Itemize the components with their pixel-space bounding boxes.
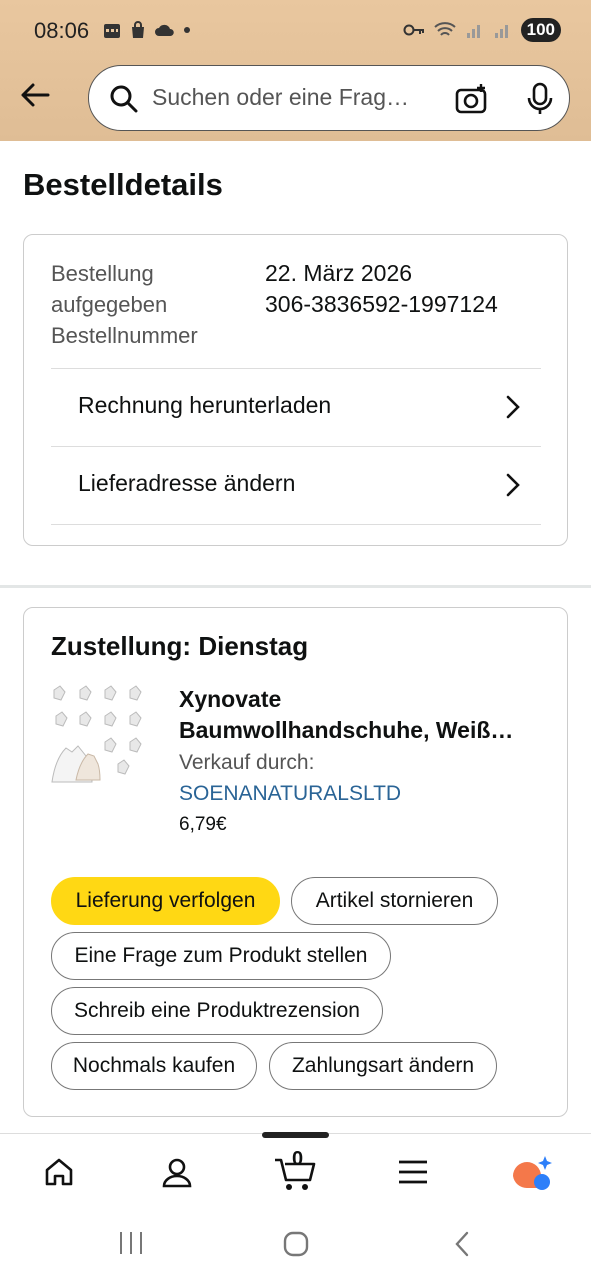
recent-apps-icon[interactable]	[118, 1230, 144, 1256]
home-button-icon[interactable]	[282, 1230, 310, 1258]
back-arrow-icon[interactable]	[18, 78, 52, 112]
order-date: 22. März 2026	[265, 260, 413, 286]
signal-icon-2	[494, 25, 508, 38]
cancel-item-button[interactable]: Artikel stornieren	[291, 877, 498, 925]
order-values: 22. März 2026 306-3836592-1997124	[265, 258, 498, 320]
status-bar: 08:06 100	[0, 0, 591, 60]
change-address-row[interactable]: Lieferadresse ändern	[51, 446, 541, 525]
product-name-line1: Xynovate	[179, 686, 282, 712]
download-invoice-label: Rechnung herunterladen	[78, 392, 332, 418]
buy-again-button[interactable]: Nochmals kaufen	[51, 1042, 257, 1090]
bottom-navigation: 0	[0, 1132, 591, 1209]
system-back-icon[interactable]	[452, 1230, 472, 1258]
nav-account[interactable]	[137, 1134, 217, 1209]
dot-icon	[184, 27, 190, 33]
delivery-title: Zustellung: Dienstag	[51, 631, 309, 661]
battery-level: 100	[520, 18, 561, 42]
track-delivery-button[interactable]: Lieferung verfolgen	[51, 877, 280, 925]
product-name-line2: Baumwollhandschuhe, Weiß…	[179, 717, 514, 743]
shopping-bag-icon	[132, 21, 144, 38]
ask-question-button[interactable]: Eine Frage zum Produkt stellen	[51, 932, 391, 980]
sold-by-label: Verkauf durch:	[179, 751, 315, 774]
chevron-right-icon	[506, 395, 520, 419]
cart-count: 0	[292, 1148, 304, 1170]
calendar-icon	[104, 24, 120, 38]
chevron-right-icon	[506, 473, 520, 497]
order-placed-label-2: aufgegeben	[51, 292, 168, 317]
system-navigation-bar	[0, 1208, 591, 1280]
cloud-icon	[155, 24, 174, 36]
nav-menu[interactable]	[373, 1134, 453, 1209]
search-bar[interactable]: Suchen oder eine Frag…	[88, 65, 570, 131]
order-number-label: Bestellnummer	[51, 323, 198, 348]
signal-icon	[466, 25, 480, 38]
notification-icons	[102, 20, 192, 40]
wifi-icon	[433, 22, 456, 36]
microphone-icon[interactable]	[525, 82, 555, 116]
write-review-button[interactable]: Schreib eine Produktrezension	[51, 987, 383, 1035]
row-divider	[51, 524, 541, 525]
search-placeholder[interactable]: Suchen oder eine Frag…	[152, 84, 409, 111]
nav-assistant[interactable]	[491, 1134, 571, 1209]
section-divider	[0, 585, 591, 588]
camera-search-icon[interactable]	[455, 82, 489, 116]
key-icon	[403, 24, 424, 36]
menu-icon	[399, 1160, 427, 1183]
page-title: Bestelldetails	[23, 167, 223, 202]
change-address-label: Lieferadresse ändern	[78, 470, 296, 496]
order-number: 306-3836592-1997124	[265, 291, 498, 317]
product-price: 6,79€	[179, 814, 227, 835]
product-image[interactable]	[50, 684, 152, 786]
download-invoice-row[interactable]: Rechnung herunterladen	[51, 368, 541, 447]
product-name[interactable]: Xynovate Baumwollhandschuhe, Weiß…	[179, 684, 549, 746]
order-info-card: Bestellung aufgegeben Bestellnummer 22. …	[23, 234, 568, 546]
user-icon	[162, 1158, 192, 1187]
home-icon	[45, 1158, 73, 1185]
nav-cart[interactable]: 0	[255, 1134, 335, 1209]
status-time: 08:06	[34, 18, 90, 43]
change-payment-button[interactable]: Zahlungsart ändern	[269, 1042, 497, 1090]
app-header: 08:06 100 Suchen oder eine Frag…	[0, 0, 591, 141]
order-labels: Bestellung aufgegeben Bestellnummer	[51, 258, 251, 351]
seller-link[interactable]: SOENANATURALSLTD	[179, 782, 401, 806]
system-icons: 100	[403, 18, 561, 42]
nav-home[interactable]	[19, 1134, 99, 1209]
search-icon	[110, 85, 138, 113]
delivery-card: Zustellung: Dienstag Xynovate Baumwollha…	[23, 607, 568, 1117]
order-placed-label: Bestellung	[51, 261, 154, 286]
rufus-assistant-icon	[513, 1155, 552, 1190]
